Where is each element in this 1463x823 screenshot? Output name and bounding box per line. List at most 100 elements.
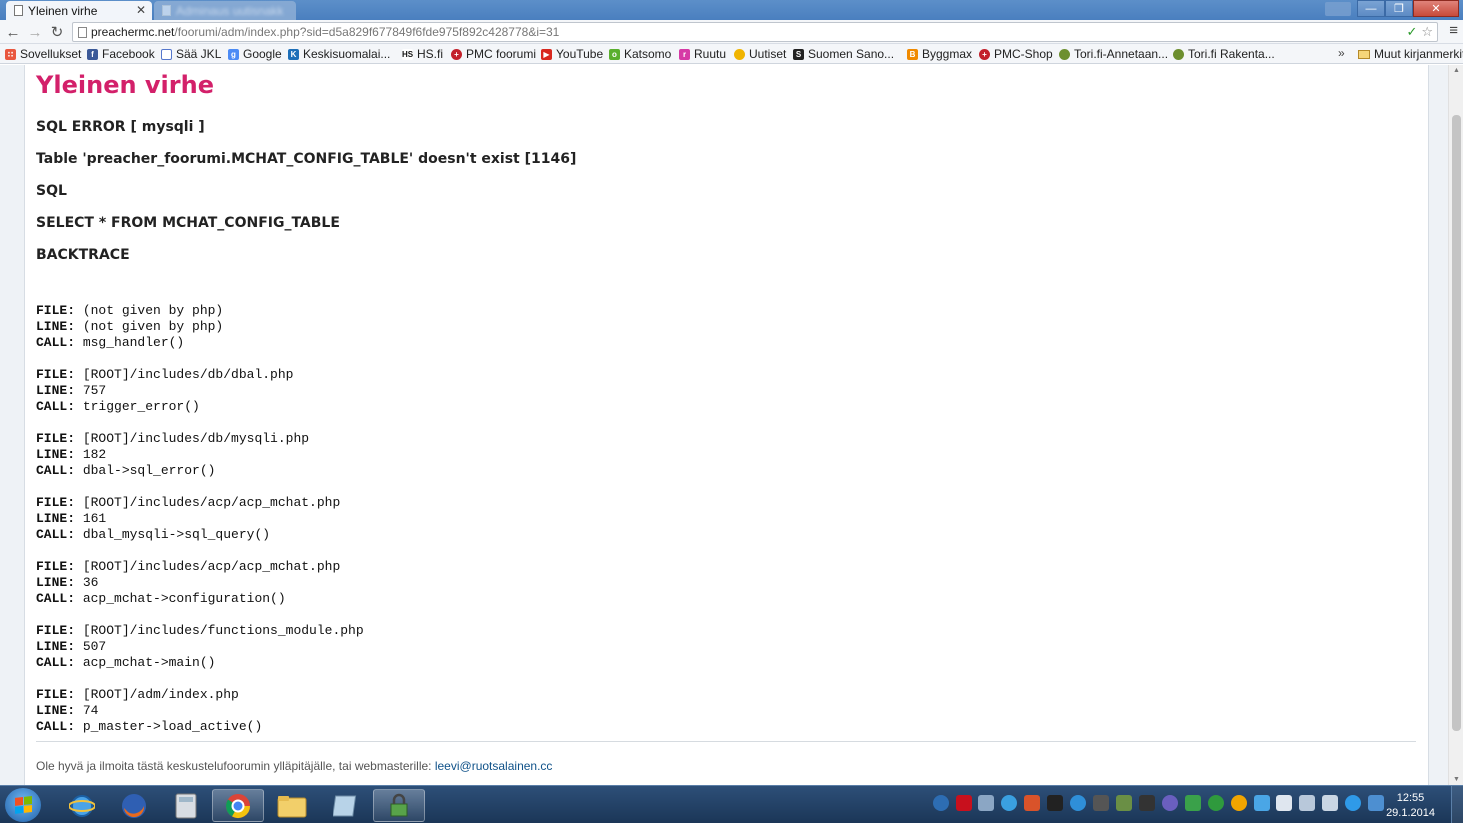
security-check-icon[interactable]: ✓ bbox=[1406, 24, 1417, 40]
tray-help-icon[interactable] bbox=[1070, 795, 1086, 811]
backtrace-line: 36 bbox=[82, 575, 99, 590]
taskbar-calculator[interactable] bbox=[160, 789, 212, 822]
bookmark-pmc-foorumi[interactable]: + PMC foorumi bbox=[451, 46, 536, 62]
call-key: CALL: bbox=[36, 527, 83, 542]
bookmark-pmc-shop[interactable]: + PMC-Shop bbox=[979, 46, 1053, 62]
bookmark-uutiset[interactable]: Uutiset bbox=[734, 46, 786, 62]
backtrace-list: FILE: (not given by php) LINE: (not give… bbox=[36, 303, 364, 751]
reload-icon[interactable]: ↻ bbox=[47, 22, 67, 42]
bookmark-label: Tori.fi-Annetaan... bbox=[1074, 47, 1169, 61]
call-key: CALL: bbox=[36, 399, 83, 414]
forward-arrow-icon[interactable]: → bbox=[25, 22, 45, 42]
backtrace-line: 74 bbox=[82, 703, 99, 718]
tray-bluetooth-icon[interactable] bbox=[1368, 795, 1384, 811]
bookmark-star-icon[interactable]: ☆ bbox=[1421, 24, 1433, 40]
tray-monitor-icon[interactable] bbox=[978, 795, 994, 811]
line-key: LINE: bbox=[36, 383, 83, 398]
taskbar-app-window[interactable] bbox=[320, 789, 372, 822]
backtrace-file: [ROOT]/includes/db/dbal.php bbox=[82, 367, 294, 382]
tray-adobe-icon[interactable] bbox=[956, 795, 972, 811]
scroll-down-arrow-icon[interactable]: ▼ bbox=[1452, 776, 1461, 783]
tab-inactive[interactable]: Adminaus uutisnakk bbox=[154, 1, 296, 20]
page-viewport: Yleinen virhe SQL ERROR [ mysqli ] Table… bbox=[0, 65, 1463, 785]
action-center-flag-icon[interactable] bbox=[1276, 795, 1292, 811]
bookmark-google[interactable]: g Google bbox=[228, 46, 282, 62]
bookmark-folder-other[interactable]: Muut kirjanmerkit bbox=[1358, 46, 1463, 62]
taskbar-firefox[interactable] bbox=[108, 789, 160, 822]
tray-globe-icon[interactable] bbox=[1001, 795, 1017, 811]
youtube-icon: ▶ bbox=[541, 48, 552, 60]
bookmark-youtube[interactable]: ▶ YouTube bbox=[541, 46, 603, 62]
bookmark-tori-rakenta[interactable]: Tori.fi Rakenta... bbox=[1173, 46, 1275, 62]
tab-close-icon[interactable]: ✕ bbox=[136, 3, 146, 17]
start-button[interactable] bbox=[5, 788, 41, 822]
tray-shield-icon[interactable] bbox=[1185, 795, 1201, 811]
scrollbar-thumb[interactable] bbox=[1452, 115, 1461, 731]
maximize-button[interactable]: ❐ bbox=[1385, 0, 1413, 17]
taskbar-internet-explorer[interactable] bbox=[56, 789, 108, 822]
back-arrow-icon[interactable]: ← bbox=[3, 22, 23, 42]
bookmark-label: Google bbox=[243, 47, 282, 61]
bookmark-facebook[interactable]: f Facebook bbox=[87, 46, 155, 62]
bookmark-ruutu[interactable]: r Ruutu bbox=[679, 46, 726, 62]
bookmark-tori-annetaan[interactable]: Tori.fi-Annetaan... bbox=[1059, 46, 1168, 62]
window-app-icon bbox=[333, 795, 357, 816]
tray-antivirus-icon[interactable] bbox=[1254, 795, 1270, 811]
bookmark-label: Keskisuomalai... bbox=[303, 47, 391, 61]
calculator-icon bbox=[175, 793, 197, 818]
error-panel: Yleinen virhe SQL ERROR [ mysqli ] Table… bbox=[24, 65, 1429, 785]
tray-dvr-icon[interactable] bbox=[1024, 795, 1040, 811]
tray-ring-icon[interactable] bbox=[1231, 795, 1247, 811]
backtrace-call: acp_mchat->configuration() bbox=[82, 591, 286, 606]
scroll-up-arrow-icon[interactable]: ▲ bbox=[1452, 67, 1461, 74]
apps-grid-icon: ∷ bbox=[5, 48, 16, 60]
webmaster-email-link[interactable]: leevi@ruotsalainen.cc bbox=[435, 759, 553, 773]
tray-connection-icon[interactable] bbox=[1116, 795, 1132, 811]
ruutu-icon: r bbox=[679, 48, 690, 60]
backtrace-file: [ROOT]/includes/functions_module.php bbox=[82, 623, 364, 638]
network-status-icon[interactable] bbox=[1299, 795, 1315, 811]
tray-network-icon[interactable] bbox=[933, 795, 949, 811]
file-key: FILE: bbox=[36, 367, 83, 382]
backtrace-file: [ROOT]/includes/acp/acp_mchat.php bbox=[82, 559, 341, 574]
byggmax-icon: B bbox=[907, 48, 918, 60]
tray-media-icon[interactable] bbox=[1162, 795, 1178, 811]
tray-display-icon[interactable] bbox=[1139, 795, 1155, 811]
close-button[interactable]: ✕ bbox=[1413, 0, 1459, 17]
line-key: LINE: bbox=[36, 575, 83, 590]
profile-icon[interactable] bbox=[1325, 2, 1351, 16]
bookmark-saa-jkl[interactable]: Sää JKL bbox=[161, 46, 221, 62]
bookmark-sovellukset[interactable]: ∷ Sovellukset bbox=[5, 46, 81, 62]
bookmark-katsomo[interactable]: o Katsomo bbox=[609, 46, 671, 62]
tab-active[interactable]: Yleinen virhe ✕ bbox=[6, 1, 152, 20]
url-path: /foorumi/adm/index.php?sid=d5a829f677849… bbox=[174, 25, 560, 39]
minimize-button[interactable]: — bbox=[1357, 0, 1385, 17]
uutiset-icon bbox=[734, 48, 745, 60]
bookmark-suomen-sanomat[interactable]: S Suomen Sano... bbox=[793, 46, 894, 62]
taskbar-vpn[interactable] bbox=[373, 789, 425, 822]
page-icon bbox=[162, 5, 171, 16]
bookmarks-overflow-chevron-icon[interactable]: » bbox=[1338, 46, 1345, 60]
volume-icon[interactable] bbox=[1322, 795, 1338, 811]
show-desktop-button[interactable] bbox=[1451, 786, 1463, 823]
page-icon bbox=[78, 27, 87, 38]
bookmark-hs[interactable]: HS HS.fi bbox=[402, 46, 443, 62]
bookmark-byggmax[interactable]: B Byggmax bbox=[907, 46, 972, 62]
system-clock[interactable]: 12:55 29.1.2014 bbox=[1386, 791, 1435, 821]
tray-update-icon[interactable] bbox=[1208, 795, 1224, 811]
taskbar-chrome[interactable] bbox=[212, 789, 264, 822]
tray-sync-icon[interactable] bbox=[1345, 795, 1361, 811]
vertical-scrollbar[interactable]: ▲ ▼ bbox=[1448, 65, 1463, 785]
backtrace-entry: FILE: [ROOT]/includes/db/mysqli.php LINE… bbox=[36, 431, 364, 479]
tori-icon bbox=[1059, 48, 1070, 60]
browser-menu-icon[interactable]: ≡ bbox=[1449, 22, 1458, 39]
line-key: LINE: bbox=[36, 447, 83, 462]
bookmark-keskisuomalainen[interactable]: K Keskisuomalai... bbox=[288, 46, 390, 62]
suomen-sanomat-icon: S bbox=[793, 48, 804, 60]
tray-pen-icon[interactable] bbox=[1047, 795, 1063, 811]
tray-user-icon[interactable] bbox=[1093, 795, 1109, 811]
address-bar[interactable]: preachermc.net/foorumi/adm/index.php?sid… bbox=[72, 22, 1438, 42]
taskbar-explorer[interactable] bbox=[266, 789, 318, 822]
file-key: FILE: bbox=[36, 559, 83, 574]
bookmark-label: HS.fi bbox=[417, 47, 444, 61]
